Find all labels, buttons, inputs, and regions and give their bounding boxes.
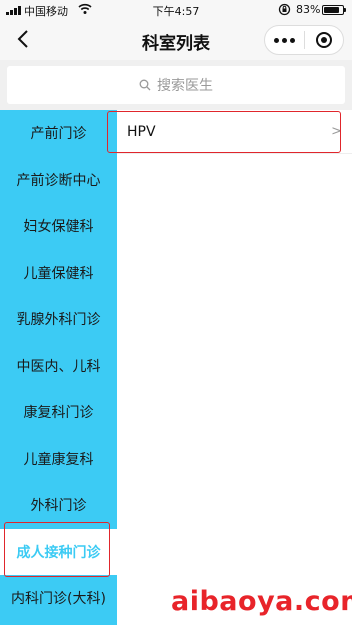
sidebar-item[interactable]: 产前诊断中心 — [0, 157, 117, 204]
watermark: aibaoya.com — [171, 586, 352, 617]
sidebar-item[interactable]: 乳腺外科门诊 — [0, 296, 117, 343]
record-circle-icon[interactable] — [305, 26, 343, 54]
highlight-box-hpv — [107, 111, 341, 153]
department-content: HPV > — [117, 110, 352, 625]
sidebar-item-label: 乳腺外科门诊 — [16, 312, 101, 329]
battery-icon — [322, 5, 346, 15]
sidebar-item-label: 产前诊断中心 — [16, 172, 101, 189]
battery-percent: 83% — [296, 3, 321, 16]
search-placeholder: 搜索医生 — [157, 78, 213, 94]
sidebar-item[interactable]: 内科门诊(大科) — [0, 575, 117, 622]
sidebar-item-label: 康复科门诊 — [23, 405, 94, 422]
navigation-bar: 科室列表 — [0, 20, 352, 60]
sidebar-item-label: 中医内、儿科 — [16, 358, 101, 375]
sidebar-item[interactable]: 妇女保健科 — [0, 203, 117, 250]
sidebar-item-label: 内科门诊(大科) — [11, 591, 106, 608]
sidebar-item[interactable]: 儿童康复科 — [0, 436, 117, 483]
mini-program-capsule — [264, 25, 344, 55]
search-input[interactable]: 搜索医生 — [7, 66, 345, 104]
sidebar-item[interactable]: 产前门诊 — [0, 110, 117, 157]
sidebar-item-label: 产前门诊 — [30, 126, 87, 143]
status-bar: 中国移动 下午4:57 83% — [0, 0, 352, 20]
sidebar-item-label: 妇女保健科 — [23, 219, 94, 236]
search-icon — [139, 79, 151, 91]
sidebar-item[interactable]: 康复科门诊 — [0, 389, 117, 436]
search-bar: 搜索医生 — [0, 60, 352, 110]
sidebar-item[interactable]: 中医内、儿科 — [0, 343, 117, 390]
sidebar-item[interactable]: 儿童保健科 — [0, 250, 117, 297]
sidebar-item-label: 儿童康复科 — [23, 451, 94, 468]
highlight-box-active-department — [4, 522, 110, 577]
more-dots-icon[interactable] — [265, 26, 304, 54]
orientation-lock-icon — [278, 3, 291, 19]
sidebar-item-label: 外科门诊 — [30, 498, 87, 515]
sidebar-item-label: 儿童保健科 — [23, 265, 94, 282]
